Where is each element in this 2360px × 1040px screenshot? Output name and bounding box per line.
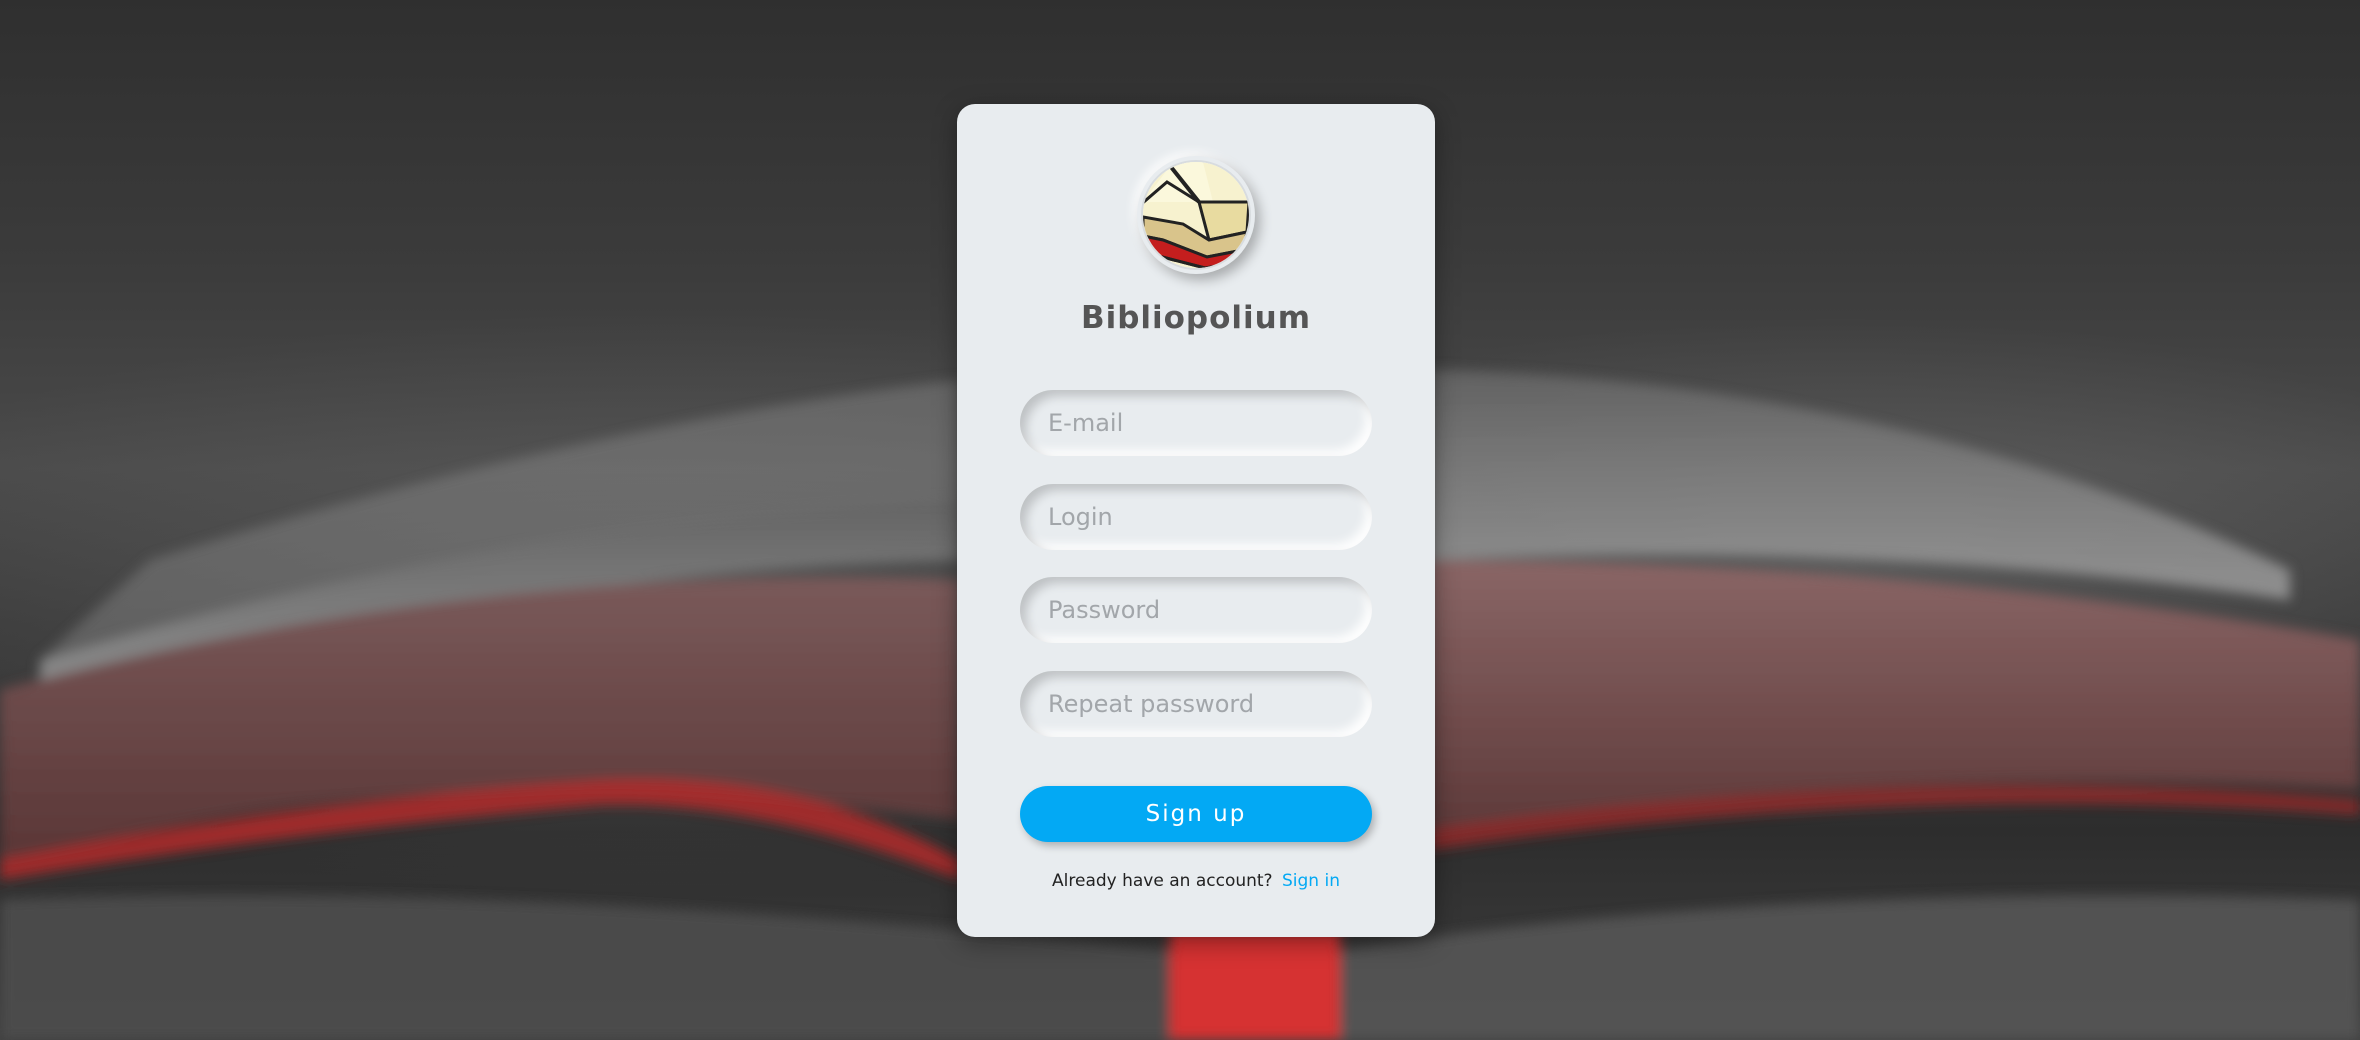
login-field[interactable] <box>1020 484 1372 550</box>
sign-in-link[interactable]: Sign in <box>1282 871 1340 891</box>
open-book-icon <box>1141 160 1251 270</box>
signup-card: Bibliopolium Sign up Already have an acc… <box>957 104 1435 937</box>
app-title: Bibliopolium <box>1080 300 1312 336</box>
password-field[interactable] <box>1020 577 1372 643</box>
repeat-password-field[interactable] <box>1020 671 1372 737</box>
signin-prompt-text: Already have an account? <box>1052 871 1273 891</box>
signin-prompt: Already have an account? Sign in <box>957 871 1435 891</box>
email-field[interactable] <box>1020 390 1372 456</box>
sign-up-button[interactable]: Sign up <box>1020 786 1372 842</box>
app-logo <box>1137 156 1255 274</box>
